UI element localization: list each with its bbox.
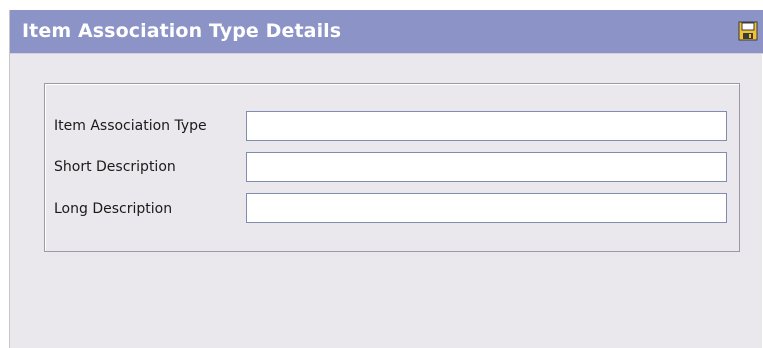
page-title: Item Association Type Details	[22, 20, 342, 42]
short-description-label: Short Description	[54, 159, 176, 175]
item-association-type-label: Item Association Type	[54, 118, 207, 134]
save-icon[interactable]	[738, 21, 758, 41]
title-bar: Item Association Type Details	[10, 10, 763, 53]
title-divider	[10, 53, 763, 54]
long-description-label: Long Description	[54, 201, 173, 217]
details-window: Item Association Type Details Item Assoc…	[9, 10, 763, 348]
item-association-type-input[interactable]	[246, 111, 727, 141]
long-description-input[interactable]	[246, 193, 727, 223]
floppy-disk-icon	[738, 21, 758, 41]
short-description-input[interactable]	[246, 152, 727, 182]
